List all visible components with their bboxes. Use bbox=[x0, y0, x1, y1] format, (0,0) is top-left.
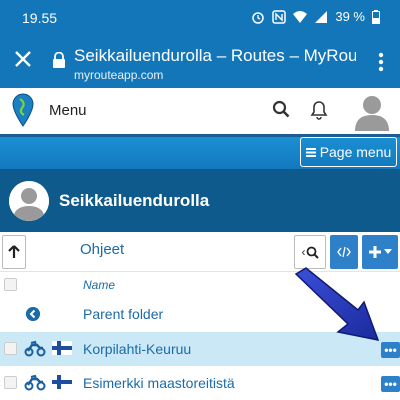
close-icon[interactable] bbox=[12, 48, 34, 70]
arrow-up-icon bbox=[8, 245, 20, 258]
page-menu-bar: Page menu bbox=[0, 137, 400, 169]
page-menu-label: Page menu bbox=[319, 144, 392, 160]
route-name[interactable]: Esimerkki maastoreitistä bbox=[83, 375, 235, 391]
hamburger-icon bbox=[305, 148, 316, 157]
list-header-row: Name bbox=[0, 273, 400, 297]
menu-button[interactable]: Menu bbox=[49, 102, 87, 119]
up-folder-button[interactable] bbox=[2, 235, 26, 269]
parent-folder-link[interactable]: Parent folder bbox=[83, 306, 163, 322]
route-options-button[interactable]: ••• bbox=[381, 376, 400, 392]
plus-icon bbox=[369, 246, 381, 258]
profile-header: Seikkailuendurolla bbox=[0, 169, 400, 232]
route-checkbox[interactable] bbox=[4, 376, 17, 389]
route-row[interactable]: Korpilahti-Keuruu ••• bbox=[0, 332, 400, 366]
search-icon[interactable] bbox=[272, 100, 290, 118]
route-options-button[interactable]: ••• bbox=[381, 342, 400, 358]
nfc-icon bbox=[272, 9, 287, 24]
code-icon bbox=[337, 246, 351, 258]
select-all-checkbox[interactable] bbox=[4, 278, 17, 291]
route-row[interactable]: Esimerkki maastoreitistä ••• bbox=[0, 366, 400, 400]
browser-url[interactable]: myrouteapp.com bbox=[74, 68, 163, 82]
route-name[interactable]: Korpilahti-Keuruu bbox=[83, 341, 191, 357]
signal-icon bbox=[315, 10, 328, 23]
myroute-logo-icon[interactable] bbox=[12, 93, 34, 127]
folder-title[interactable]: Ohjeet bbox=[80, 241, 124, 258]
user-avatar[interactable] bbox=[352, 91, 392, 131]
status-bar: 19.55 39 % bbox=[0, 0, 400, 34]
folder-toolbar: Ohjeet ‹ bbox=[0, 232, 400, 272]
battery-percent: 39 % bbox=[335, 9, 365, 24]
motorcycle-offroad-icon bbox=[24, 374, 46, 391]
embed-code-button[interactable] bbox=[330, 235, 358, 269]
arrow-left-circle-icon bbox=[26, 307, 40, 321]
status-icons: 39 % bbox=[251, 9, 380, 24]
browser-page-title: Seikkailuendurolla – Routes – MyRout… bbox=[74, 46, 356, 65]
profile-name: Seikkailuendurolla bbox=[59, 191, 210, 210]
lock-icon bbox=[53, 52, 65, 68]
more-vert-icon[interactable] bbox=[378, 52, 384, 72]
route-checkbox[interactable] bbox=[4, 342, 17, 355]
browser-tab-bar: Seikkailuendurolla – Routes – MyRout… my… bbox=[0, 34, 400, 88]
caret-down-icon bbox=[384, 249, 392, 254]
app-header: Menu bbox=[0, 88, 400, 134]
motorcycle-offroad-icon bbox=[24, 340, 46, 357]
alarm-icon bbox=[252, 11, 265, 24]
status-time: 19.55 bbox=[22, 10, 58, 26]
parent-folder-row[interactable]: Parent folder bbox=[0, 298, 400, 330]
add-dropdown-button[interactable] bbox=[362, 235, 398, 269]
search-icon bbox=[306, 246, 319, 259]
bell-icon[interactable] bbox=[310, 100, 328, 120]
finland-flag-icon bbox=[52, 375, 72, 389]
toolbar-search-button[interactable]: ‹ bbox=[294, 235, 326, 269]
finland-flag-icon bbox=[52, 341, 72, 355]
battery-icon bbox=[372, 9, 380, 24]
profile-avatar bbox=[9, 181, 49, 221]
column-header-name[interactable]: Name bbox=[83, 278, 115, 292]
page-menu-button[interactable]: Page menu bbox=[300, 137, 397, 167]
wifi-icon bbox=[293, 10, 308, 23]
